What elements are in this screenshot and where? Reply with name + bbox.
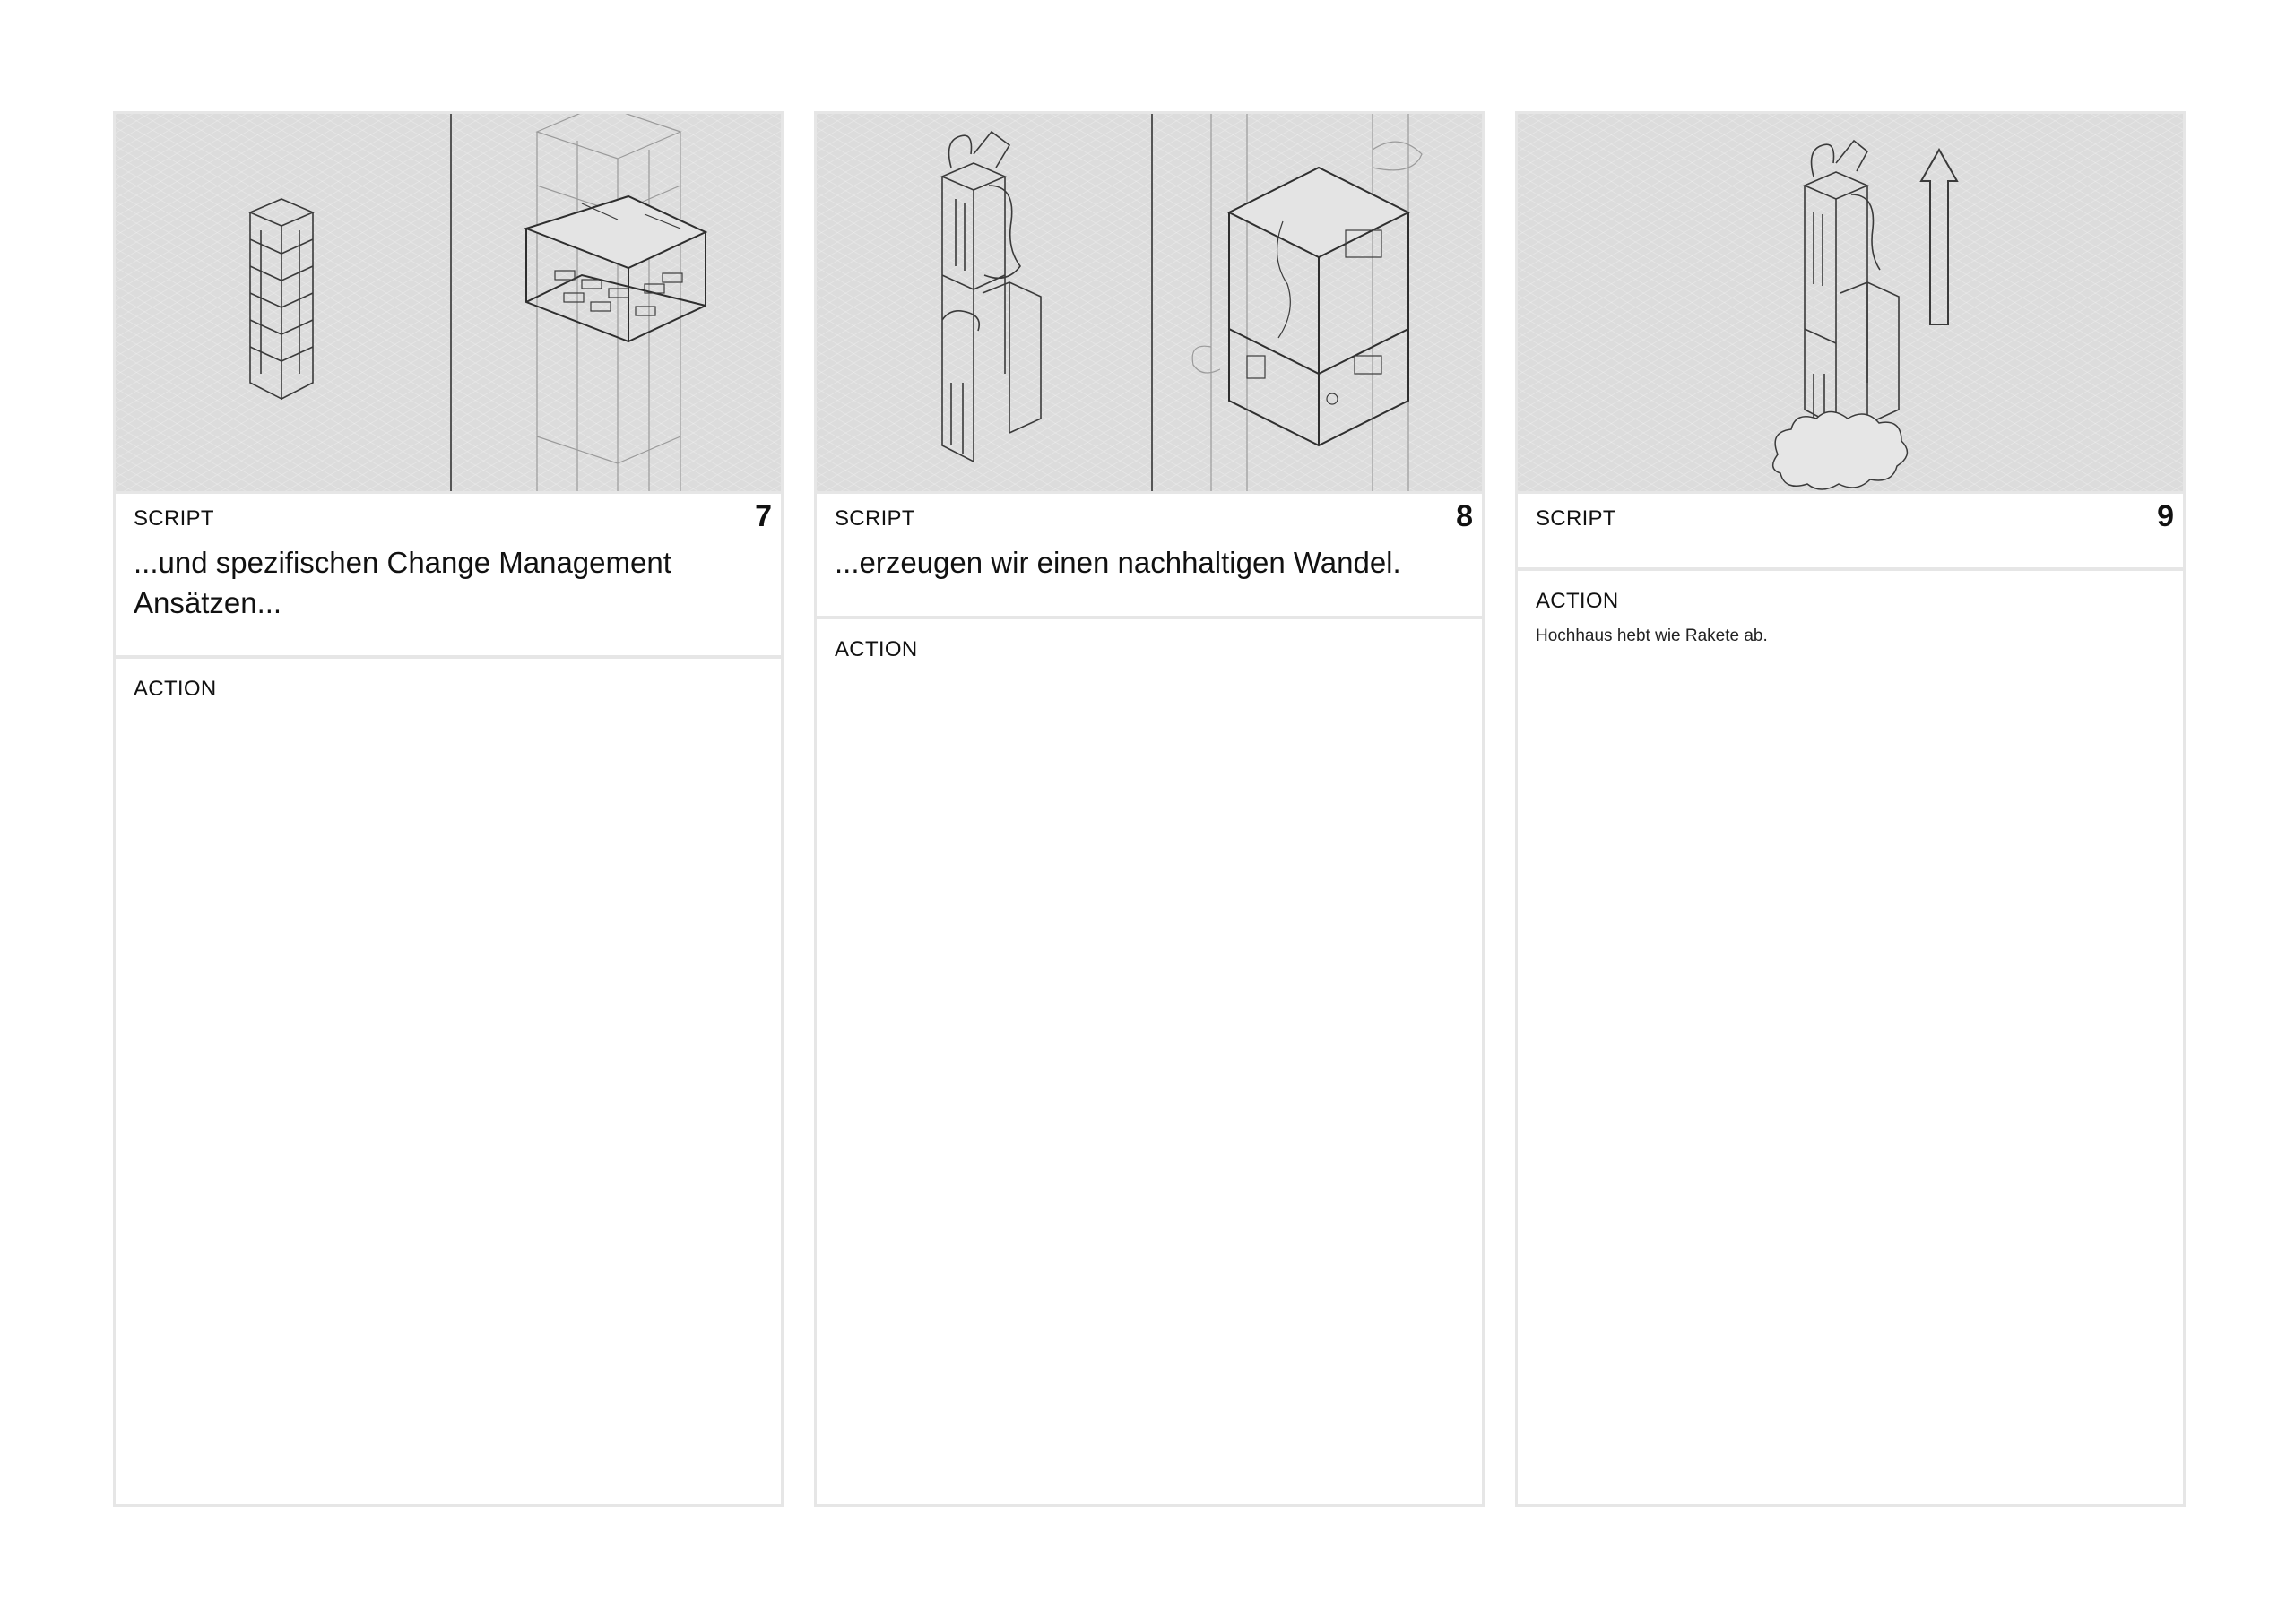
script-label: SCRIPT xyxy=(1536,506,1616,531)
frame-illustration xyxy=(1518,114,2183,494)
tower-illustration xyxy=(247,198,316,401)
script-text: ...erzeugen wir einen nachhaltigen Wande… xyxy=(835,546,1401,579)
action-section: ACTION xyxy=(116,659,781,720)
script-label: SCRIPT xyxy=(134,506,214,531)
storyboard-panel-9: 9 SCRIPT ACTION Hochhaus hebt wie Rakete… xyxy=(1515,111,2186,1507)
action-label: ACTION xyxy=(835,637,918,661)
upward-arrow xyxy=(1919,147,1959,325)
storyboard-panel-8: 8 SCRIPT ...erzeugen wir einen nachhalti… xyxy=(814,111,1485,1507)
action-section: ACTION Hochhaus hebt wie Rakete ab. xyxy=(1518,571,2183,664)
script-section: SCRIPT xyxy=(1518,494,2183,571)
smoke-clouds xyxy=(1772,410,1909,490)
action-section: ACTION xyxy=(817,619,1482,680)
green-tower-illustration xyxy=(940,130,1042,463)
storyboard-panel-7: 7 SCRIPT ...und spezifischen Change Mana… xyxy=(113,111,784,1507)
action-label: ACTION xyxy=(134,677,217,701)
script-section: SCRIPT ...und spezifischen Change Manage… xyxy=(116,494,781,659)
script-section: SCRIPT ...erzeugen wir einen nachhaltige… xyxy=(817,494,1482,619)
action-label: ACTION xyxy=(1536,589,1619,613)
storyboard-page: 7 SCRIPT ...und spezifischen Change Mana… xyxy=(0,0,2295,1624)
rocket-tower-illustration xyxy=(1802,139,1900,428)
action-text: Hochhaus hebt wie Rakete ab. xyxy=(1536,626,1768,645)
frame-illustration xyxy=(116,114,781,494)
script-label: SCRIPT xyxy=(835,506,915,531)
frame-illustration xyxy=(817,114,1482,494)
script-text: ...und spezifischen Change Management An… xyxy=(134,546,671,619)
